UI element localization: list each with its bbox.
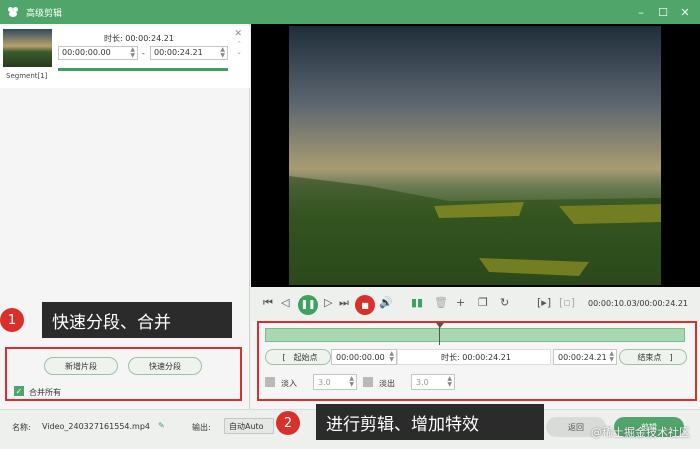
name-label: 名称:	[12, 423, 31, 432]
merge-all-checkbox[interactable]: ✓	[14, 386, 24, 396]
step-forward-icon[interactable]: ▷	[324, 296, 332, 309]
player-controls: ⏮ ◁ ❚❚ ▷ ⏭ ■ 🔊 ▮▮ 🗑 + ❐ ↻ [▸] [▫] 00:00:…	[251, 287, 700, 321]
segment-start-input[interactable]: 00:00:00.00 ▲ ▼	[58, 46, 138, 60]
pause-button[interactable]: ❚❚	[298, 295, 318, 315]
segment-end-input[interactable]: 00:00:24.21 ▲ ▼	[150, 46, 228, 60]
merge-all-label: 合并所有	[29, 388, 61, 397]
close-icon[interactable]: ✕	[676, 4, 694, 20]
skip-end-icon[interactable]: ⏭	[339, 296, 349, 310]
close-segment-icon[interactable]: ✕	[234, 29, 242, 39]
copy-icon[interactable]: ❐	[478, 296, 488, 309]
stop-button[interactable]: ■	[355, 295, 375, 315]
delete-icon[interactable]: 🗑	[434, 296, 448, 309]
rename-icon[interactable]: ✎	[158, 421, 165, 430]
spinner-icon: ▲ ▼	[220, 46, 225, 59]
range-separator: -	[142, 49, 145, 58]
frame-unmark-icon[interactable]: [▫]	[559, 296, 575, 309]
edit-tools-highlight	[257, 321, 697, 401]
callout-2-text: 进行剪辑、增加特效	[316, 404, 544, 440]
step-back-icon[interactable]: ◁	[281, 296, 289, 309]
video-frame	[289, 26, 661, 285]
output-label: 输出:	[192, 423, 211, 432]
callout-2-number: 2	[276, 411, 300, 435]
segment-duration: 时长: 00:00:24.21	[104, 34, 174, 43]
reset-icon[interactable]: ↻	[500, 296, 509, 309]
watermark: @稀土掘金技术社区	[591, 426, 690, 439]
frame-mark-icon[interactable]: [▸]	[537, 296, 551, 309]
spinner-icon: ▲ ▼	[130, 46, 135, 59]
quick-split-button[interactable]: 快速分段	[128, 357, 202, 375]
split-icon[interactable]: ▮▮	[411, 296, 423, 309]
volume-icon[interactable]: 🔊	[379, 296, 393, 309]
new-segment-button[interactable]: 新增片段	[44, 357, 118, 375]
minimize-icon[interactable]: –	[632, 4, 650, 20]
move-segment-icon[interactable]: ⌃ ⌄	[236, 40, 242, 56]
segment-progress-bar	[58, 68, 228, 71]
maximize-icon[interactable]: ☐	[654, 4, 672, 20]
callout-1-number: 1	[0, 308, 24, 332]
filename-text: Video_240327161554.mp4	[42, 422, 150, 431]
video-preview[interactable]	[251, 24, 700, 287]
segment-thumbnail	[3, 29, 52, 67]
app-logo-icon	[6, 5, 20, 19]
skip-start-icon[interactable]: ⏮	[263, 296, 273, 310]
segment-card[interactable]: Segment[1] 时长: 00:00:24.21 00:00:00.00 ▲ ▼…	[0, 26, 250, 88]
window-title: 高级剪辑	[26, 8, 63, 19]
title-bar: 高级剪辑 – ☐ ✕	[0, 0, 700, 24]
playback-timecode: 00:00:10.03/00:00:24.21	[588, 299, 688, 308]
output-select[interactable]: 自动Auto	[224, 418, 274, 434]
callout-1-text: 快速分段、合并	[42, 302, 232, 338]
add-icon[interactable]: +	[456, 296, 465, 309]
segment-label: Segment[1]	[6, 72, 48, 80]
